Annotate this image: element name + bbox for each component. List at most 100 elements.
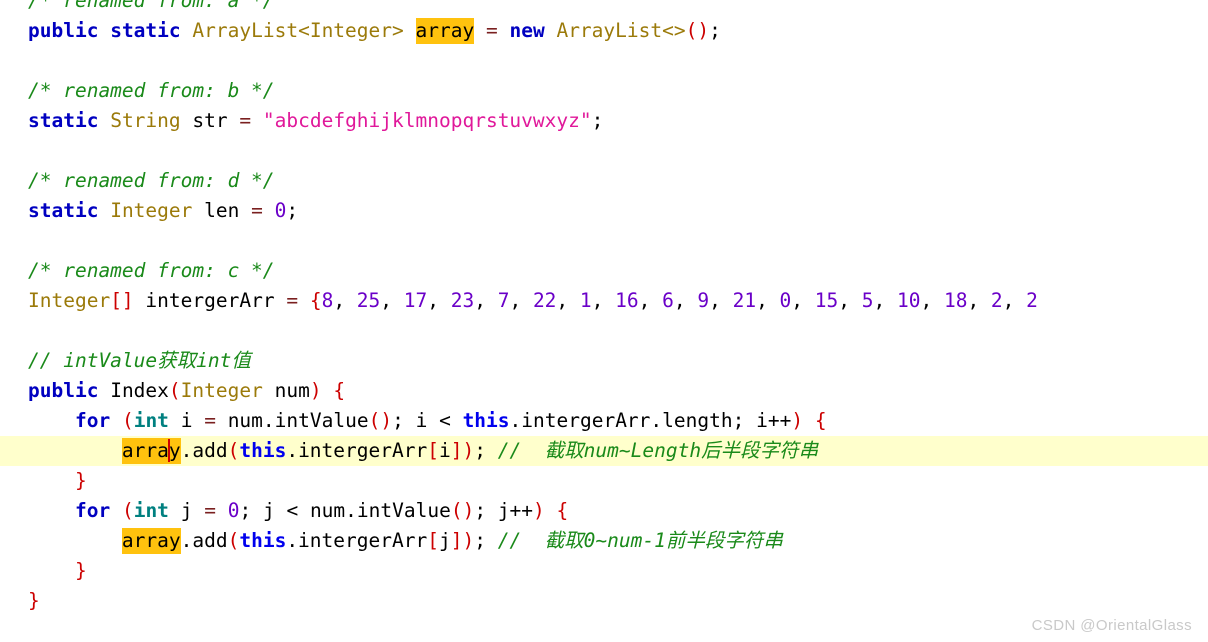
- operator-assign: =: [251, 199, 263, 222]
- number-zero: 0: [227, 499, 240, 522]
- code-line-13[interactable]: // intValue获取int值: [0, 346, 1208, 376]
- comment-renamed-c: /* renamed from: c */: [28, 259, 275, 282]
- keyword-public: public: [28, 379, 99, 402]
- array-comma-6: ,: [591, 289, 616, 312]
- code-line-21[interactable]: }: [0, 586, 1208, 616]
- paren-close: ): [533, 499, 545, 522]
- semicolon: ;: [709, 19, 721, 42]
- comment-renamed-d: /* renamed from: d */: [28, 169, 275, 192]
- array-value-4: 7: [497, 289, 510, 312]
- array-value-17: 2: [1026, 289, 1038, 312]
- paren-open: (: [227, 439, 240, 462]
- code-line-9-blank[interactable]: [0, 226, 1208, 256]
- code-line-2[interactable]: public static ArrayList<Integer> array =…: [0, 16, 1208, 46]
- code-line-14[interactable]: public Index(Integer num) {: [0, 376, 1208, 406]
- array-text-before-caret: arra: [121, 439, 169, 462]
- keyword-public: public: [28, 19, 99, 42]
- occurrence-array-2[interactable]: array: [121, 438, 181, 464]
- comment-back-half: // 截取num~Length后半段字符串: [497, 439, 819, 462]
- bracket-open: [: [427, 529, 439, 552]
- field-intergerarr: .intergerArr: [286, 529, 428, 552]
- semicolon-2: ;: [474, 499, 487, 522]
- paren-close: ): [309, 379, 322, 402]
- semicolon-1: ;: [392, 409, 404, 432]
- occurrence-array-3[interactable]: array: [121, 528, 181, 554]
- code-line-12-blank[interactable]: [0, 316, 1208, 346]
- array-comma-10: ,: [756, 289, 780, 312]
- type-integer-param: Integer: [180, 379, 263, 402]
- array-comma-13: ,: [873, 289, 897, 312]
- code-line-11[interactable]: Integer[] intergerArr = {8, 25, 17, 23, …: [0, 286, 1208, 316]
- code-line-8[interactable]: static Integer len = 0;: [0, 196, 1208, 226]
- code-line-7[interactable]: /* renamed from: d */: [0, 166, 1208, 196]
- occurrence-array-1[interactable]: array: [415, 18, 475, 44]
- increment-j: j++: [497, 499, 534, 522]
- array-value-13: 5: [861, 289, 874, 312]
- type-arraylist-2: ArrayList: [556, 19, 663, 42]
- brace-close-for1: }: [74, 469, 87, 492]
- code-line-20[interactable]: }: [0, 556, 1208, 586]
- code-line-6-blank[interactable]: [0, 136, 1208, 166]
- array-value-10: 21: [732, 289, 757, 312]
- code-line-1[interactable]: /* renamed from: a */: [0, 0, 1208, 16]
- array-comma-1: ,: [380, 289, 404, 312]
- keyword-for: for: [74, 409, 111, 432]
- type-arraylist: ArrayList: [192, 19, 299, 42]
- array-comma-15: ,: [967, 289, 991, 312]
- code-line-10[interactable]: /* renamed from: c */: [0, 256, 1208, 286]
- index-j: j: [438, 529, 451, 552]
- expr-num-intvalue: num.intValue: [227, 409, 369, 432]
- code-editor-view[interactable]: /* renamed from: a */ public static Arra…: [0, 0, 1208, 642]
- number-zero: 0: [274, 199, 287, 222]
- bracket-close: ]: [450, 439, 463, 462]
- array-value-11: 0: [779, 289, 792, 312]
- call-parens: (): [450, 499, 475, 522]
- keyword-new: new: [509, 19, 545, 42]
- code-line-18[interactable]: for (int j = 0; j < num.intValue(); j++)…: [0, 496, 1208, 526]
- array-comma-12: ,: [838, 289, 862, 312]
- brace-open: {: [333, 379, 346, 402]
- code-line-15[interactable]: for (int i = num.intValue(); i < this.in…: [0, 406, 1208, 436]
- paren-open: (: [121, 409, 134, 432]
- code-line-3-blank[interactable]: [0, 46, 1208, 76]
- operator-assign: =: [239, 109, 252, 132]
- paren-open: (: [685, 19, 698, 42]
- array-comma-4: ,: [509, 289, 533, 312]
- code-line-19[interactable]: array.add(this.intergerArr[j]); // 截取0~n…: [0, 526, 1208, 556]
- array-value-3: 23: [450, 289, 475, 312]
- array-value-8: 6: [662, 289, 674, 312]
- code-line-16-current[interactable]: array.add(this.intergerArr[i]); // 截取num…: [0, 436, 1208, 466]
- code-line-17[interactable]: }: [0, 466, 1208, 496]
- array-comma-8: ,: [673, 289, 698, 312]
- array-value-5: 22: [532, 289, 557, 312]
- code-line-5[interactable]: static String str = "abcdefghijklmnopqrs…: [0, 106, 1208, 136]
- comment-intvalue: // intValue获取int值: [28, 349, 251, 372]
- primitive-int: int: [133, 409, 169, 432]
- paren-close: ): [462, 529, 475, 552]
- array-brackets: []: [110, 289, 134, 312]
- expr-num-intvalue: num.intValue: [309, 499, 451, 522]
- brace-close-constructor: }: [28, 589, 40, 612]
- array-text-after-caret: y: [168, 439, 181, 462]
- code-line-4[interactable]: /* renamed from: b */: [0, 76, 1208, 106]
- angle-close: >: [392, 19, 404, 42]
- keyword-this: this: [462, 409, 510, 432]
